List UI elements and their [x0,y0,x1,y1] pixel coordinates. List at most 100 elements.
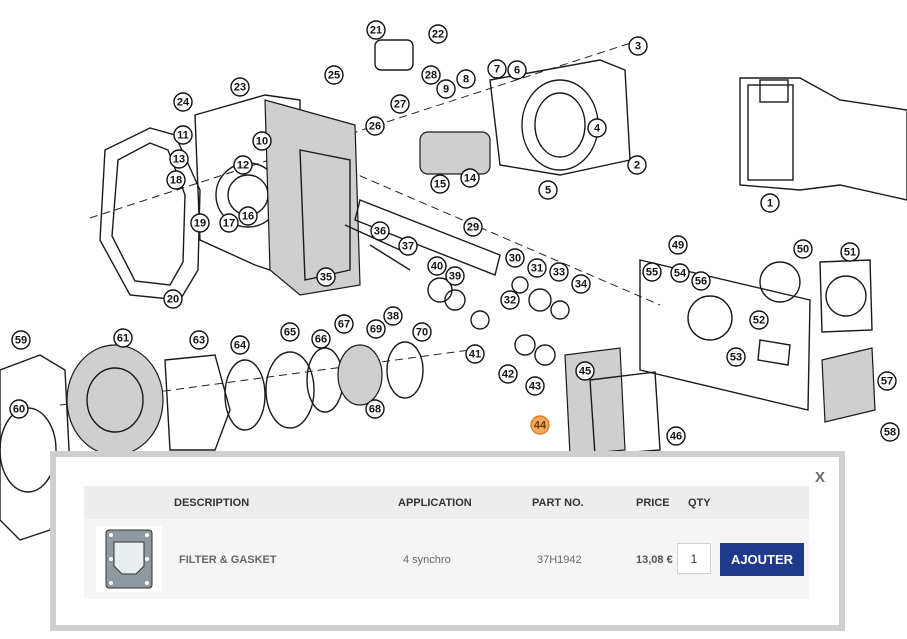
callout-27[interactable]: 27 [390,94,410,114]
callout-20[interactable]: 20 [163,289,183,309]
callout-32[interactable]: 32 [500,290,520,310]
callout-45[interactable]: 45 [575,361,595,381]
callout-9[interactable]: 9 [436,79,456,99]
callout-53[interactable]: 53 [726,347,746,367]
svg-text:16: 16 [242,211,254,223]
callout-55[interactable]: 55 [642,262,662,282]
callout-41[interactable]: 41 [465,344,485,364]
svg-text:69: 69 [370,324,382,336]
callout-58[interactable]: 58 [880,422,900,442]
callout-7[interactable]: 7 [487,59,507,79]
svg-text:30: 30 [509,253,521,265]
callout-34[interactable]: 34 [571,274,591,294]
callout-38[interactable]: 38 [383,306,403,326]
callout-6[interactable]: 6 [507,60,527,80]
callout-36[interactable]: 36 [370,221,390,241]
callout-23[interactable]: 23 [230,77,250,97]
column-header-price: PRICE [636,497,670,509]
callout-57[interactable]: 57 [877,371,897,391]
callout-11[interactable]: 11 [173,125,193,145]
svg-text:28: 28 [425,70,437,82]
svg-text:65: 65 [284,327,296,339]
callout-16[interactable]: 16 [238,206,258,226]
callout-39[interactable]: 39 [445,266,465,286]
callout-61[interactable]: 61 [113,328,133,348]
callout-56[interactable]: 56 [691,271,711,291]
svg-text:21: 21 [370,25,382,37]
close-popup-button[interactable]: X [815,469,825,486]
callout-65[interactable]: 65 [280,322,300,342]
callout-51[interactable]: 51 [840,242,860,262]
svg-text:50: 50 [797,244,809,256]
svg-text:59: 59 [15,335,27,347]
svg-text:57: 57 [881,376,893,388]
callout-52[interactable]: 52 [749,310,769,330]
callout-4[interactable]: 4 [587,118,607,138]
svg-text:66: 66 [315,334,327,346]
add-to-cart-button[interactable]: AJOUTER [720,543,804,576]
column-header-application: APPLICATION [398,497,472,509]
callout-17[interactable]: 17 [219,213,239,233]
callout-37[interactable]: 37 [398,236,418,256]
svg-text:43: 43 [529,381,541,393]
part-detail-popup: X DESCRIPTION APPLICATION PART NO. PRICE… [50,451,845,631]
callout-5[interactable]: 5 [538,180,558,200]
callout-19[interactable]: 19 [190,213,210,233]
callout-42[interactable]: 42 [498,364,518,384]
callout-63[interactable]: 63 [189,330,209,350]
callout-59[interactable]: 59 [11,330,31,350]
svg-text:32: 32 [504,295,516,307]
callout-44[interactable]: 44 [530,415,550,435]
callout-26[interactable]: 26 [365,116,385,136]
callout-46[interactable]: 46 [666,426,686,446]
callout-66[interactable]: 66 [311,329,331,349]
callout-28[interactable]: 28 [421,65,441,85]
callout-25[interactable]: 25 [324,65,344,85]
callout-18[interactable]: 18 [166,170,186,190]
svg-text:46: 46 [670,431,682,443]
svg-text:56: 56 [695,276,707,288]
callout-67[interactable]: 67 [334,314,354,334]
callout-24[interactable]: 24 [173,92,193,112]
svg-text:20: 20 [167,294,179,306]
callout-2[interactable]: 2 [627,155,647,175]
svg-text:15: 15 [434,179,446,191]
svg-text:14: 14 [464,173,477,185]
callout-68[interactable]: 68 [365,399,385,419]
callout-15[interactable]: 15 [430,174,450,194]
callout-43[interactable]: 43 [525,376,545,396]
callout-30[interactable]: 30 [505,248,525,268]
callout-3[interactable]: 3 [628,36,648,56]
callout-33[interactable]: 33 [549,262,569,282]
callout-8[interactable]: 8 [456,69,476,89]
callout-21[interactable]: 21 [366,20,386,40]
callout-50[interactable]: 50 [793,239,813,259]
svg-text:25: 25 [328,70,340,82]
svg-text:10: 10 [256,136,268,148]
callout-64[interactable]: 64 [230,335,250,355]
callout-70[interactable]: 70 [412,322,432,342]
callout-14[interactable]: 14 [460,168,480,188]
callout-60[interactable]: 60 [9,399,29,419]
callout-35[interactable]: 35 [316,267,336,287]
callout-49[interactable]: 49 [668,235,688,255]
item-description: FILTER & GASKET [179,554,277,566]
callout-54[interactable]: 54 [670,263,690,283]
callout-13[interactable]: 13 [169,149,189,169]
callout-40[interactable]: 40 [427,256,447,276]
callout-1[interactable]: 1 [760,193,780,213]
callout-12[interactable]: 12 [233,155,253,175]
quantity-input[interactable] [677,543,711,574]
svg-text:6: 6 [514,65,520,77]
svg-text:12: 12 [237,160,249,172]
callout-10[interactable]: 10 [252,131,272,151]
svg-text:41: 41 [469,349,481,361]
svg-text:7: 7 [494,64,500,76]
callout-29[interactable]: 29 [463,217,483,237]
callout-69[interactable]: 69 [366,319,386,339]
svg-text:19: 19 [194,218,206,230]
callout-31[interactable]: 31 [527,258,547,278]
svg-text:39: 39 [449,271,461,283]
svg-text:63: 63 [193,335,205,347]
callout-22[interactable]: 22 [428,24,448,44]
